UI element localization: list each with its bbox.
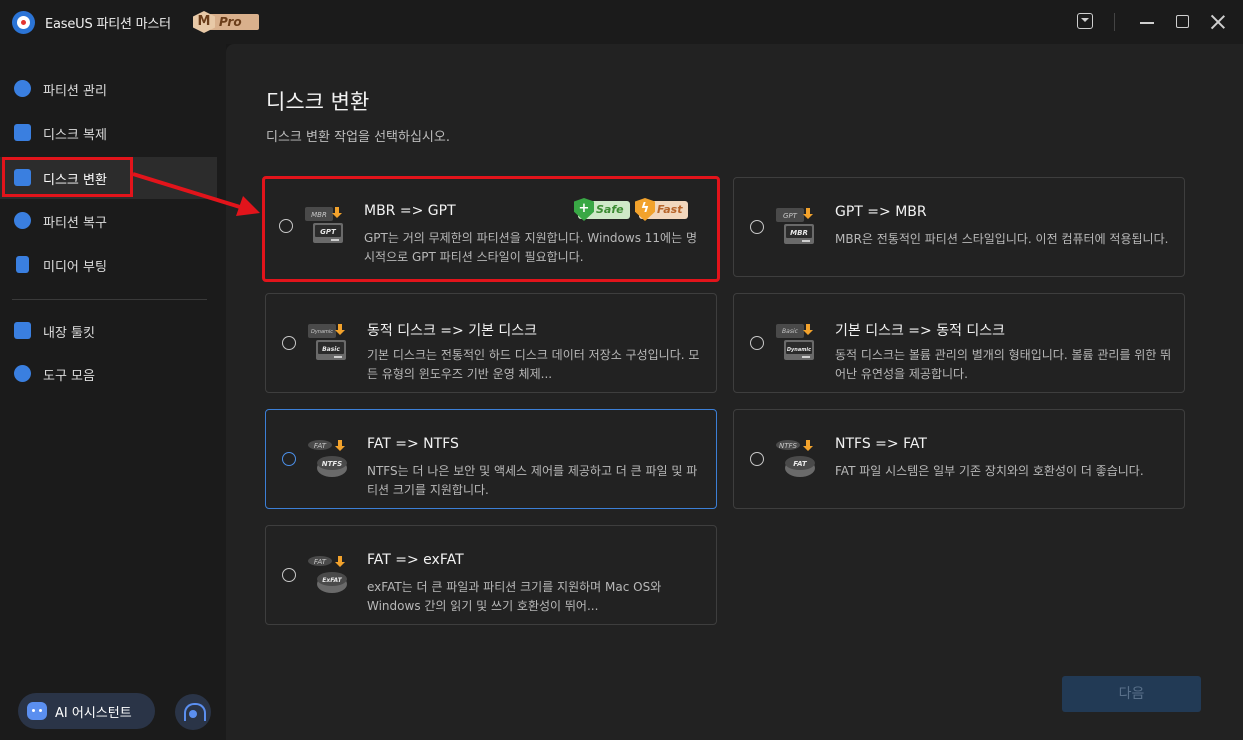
titlebar-divider [1114,13,1115,31]
card-description: 동적 디스크는 볼륨 관리의 별개의 형태입니다. 볼륨 관리를 위한 뛰어난 … [835,348,1172,381]
sidebar-item-label: 도구 모음 [43,369,95,384]
card-title: NTFS => FAT [835,436,927,452]
radio-button[interactable] [750,220,764,234]
disk-convert-icon: MBR GPT [305,207,343,243]
sidebar-item-toolkit[interactable]: 내장 툴킷 [0,310,217,352]
svg-text:MBR: MBR [311,211,327,219]
sidebar: 파티션 관리 디스크 복제 디스크 변환 파티션 복구 미디어 부팅 내장 툴킷… [0,44,226,740]
partition-recovery-icon [14,212,31,229]
pro-badge-text: Pro [209,14,259,30]
sidebar-divider [12,299,207,300]
card-description: FAT 파일 시스템은 일부 기존 장치와의 호환성이 더 좋습니다. [835,464,1144,478]
sidebar-item-tools[interactable]: 도구 모음 [0,353,217,395]
svg-text:Dynamic: Dynamic [787,347,811,353]
toolkit-icon [14,322,31,339]
fast-badge-label: Fast [657,203,683,216]
svg-text:NTFS: NTFS [779,442,798,450]
app-title: EaseUS 파티션 마스터 [45,17,171,32]
sidebar-item-media-boot[interactable]: 미디어 부팅 [0,244,217,286]
sidebar-item-disk-clone[interactable]: 디스크 복제 [0,112,217,154]
radio-button[interactable] [282,452,296,466]
disk-convert-icon: Basic Dynamic [776,324,814,360]
support-headset-icon[interactable] [175,694,211,730]
option-card-gpt-to-mbr[interactable]: GPT MBR GPT => MBR MBR은 전통적인 파티션 스타일입니다.… [733,177,1185,277]
option-card-fat-to-ntfs[interactable]: FAT NTFS FAT => NTFS NTFS는 더 나은 보안 및 액세스… [265,409,717,509]
card-title: FAT => NTFS [367,436,459,452]
svg-text:MBR: MBR [790,229,808,237]
option-card-fat-to-exfat[interactable]: FAT ExFAT FAT => exFAT exFAT는 더 큰 파일과 파티… [265,525,717,625]
svg-text:Basic: Basic [782,328,799,335]
tools-icon [14,365,31,382]
option-card-basic-to-dynamic[interactable]: Basic Dynamic 기본 디스크 => 동적 디스크 동적 디스크는 볼… [733,293,1185,393]
sidebar-item-partition-recovery[interactable]: 파티션 복구 [0,200,217,242]
disk-clone-icon [14,124,31,141]
easeus-logo-icon [12,11,35,34]
svg-text:NTFS: NTFS [322,460,342,468]
svg-text:GPT: GPT [320,228,337,236]
robot-icon [27,702,47,720]
minimize-button[interactable] [1140,22,1154,24]
media-boot-icon [16,256,29,273]
disk-convert-icon: GPT MBR [776,208,814,244]
shield-bolt-icon: ϟ [635,198,655,221]
radio-button[interactable] [279,219,293,233]
disk-convert-icon: Dynamic Basic [308,324,346,360]
card-title: FAT => exFAT [367,552,464,568]
ai-assistant-label: AI 어시스턴트 [55,706,132,721]
disk-convert-icon: FAT ExFAT [308,556,347,593]
radio-button[interactable] [750,452,764,466]
svg-text:FAT: FAT [314,558,327,566]
shield-plus-icon: + [574,198,594,221]
sidebar-item-partition-manage[interactable]: 파티션 관리 [0,68,217,110]
ai-assistant-button[interactable]: AI 어시스턴트 [18,693,155,729]
close-button[interactable] [1208,12,1228,32]
safe-badge-label: Safe [596,203,624,216]
svg-text:FAT: FAT [314,442,327,450]
card-description: MBR은 전통적인 파티션 스타일입니다. 이전 컴퓨터에 적용됩니다. [835,232,1169,246]
card-title: GPT => MBR [835,204,927,220]
sidebar-item-label: 파티션 관리 [43,84,107,99]
sidebar-item-label: 미디어 부팅 [43,260,107,275]
disk-convert-icon: FAT NTFS [308,440,347,477]
pro-badge: Pro M [193,11,263,33]
card-title: MBR => GPT [364,203,456,219]
svg-text:ExFAT: ExFAT [322,577,342,584]
card-title: 동적 디스크 => 기본 디스크 [367,323,538,339]
fast-badge: ϟ Fast [635,198,689,221]
disk-convert-icon: NTFS FAT [776,440,815,477]
title-bar: EaseUS 파티션 마스터 Pro M [0,0,1243,44]
page-title: 디스크 변환 [266,90,370,114]
card-description: NTFS는 더 나은 보안 및 액세스 제어를 제공하고 더 큰 파일 및 파티… [367,464,698,497]
radio-button[interactable] [750,336,764,350]
card-description: exFAT는 더 큰 파일과 파티션 크기를 지원하며 Mac OS와 Wind… [367,580,662,613]
sidebar-item-label: 디스크 복제 [43,128,107,143]
partition-pie-icon [14,80,31,97]
option-card-ntfs-to-fat[interactable]: NTFS FAT NTFS => FAT FAT 파일 시스템은 일부 기존 장… [733,409,1185,509]
option-card-mbr-to-gpt[interactable]: MBR GPT MBR => GPT + Safe ϟ Fast GPT는 거의… [262,176,720,282]
radio-button[interactable] [282,336,296,350]
svg-text:Basic: Basic [322,346,340,353]
card-title: 기본 디스크 => 동적 디스크 [835,323,1006,339]
card-description: 기본 디스크는 전통적인 하드 디스크 데이터 저장소 구성입니다. 모든 유형… [367,348,700,381]
sidebar-item-label: 파티션 복구 [43,216,107,231]
radio-button[interactable] [282,568,296,582]
menu-dropdown-icon[interactable] [1077,13,1093,29]
card-description: GPT는 거의 무제한의 파티션을 지원합니다. Windows 11에는 명시… [364,231,697,264]
sidebar-item-label: 내장 툴킷 [43,326,95,341]
svg-text:FAT: FAT [793,460,808,468]
maximize-button[interactable] [1176,15,1189,28]
svg-text:Dynamic: Dynamic [311,329,333,335]
option-card-dynamic-to-basic[interactable]: Dynamic Basic 동적 디스크 => 기본 디스크 기본 디스크는 전… [265,293,717,393]
safe-badge: + Safe [574,198,630,221]
annotation-highlight-sidebar [2,157,133,197]
page-subtitle: 디스크 변환 작업을 선택하십시오. [266,130,450,145]
svg-text:GPT: GPT [783,212,798,220]
next-button[interactable]: 다음 [1062,676,1201,712]
